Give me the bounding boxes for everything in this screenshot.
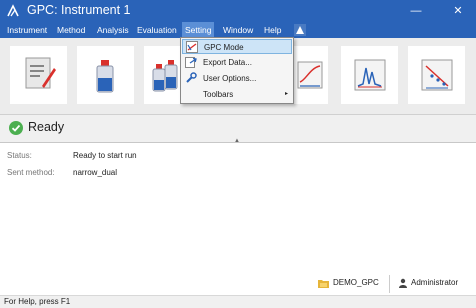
user-icon [399,278,407,288]
menu-bar: Instrument Method Analysis Evaluation Se… [0,22,476,38]
wrench-icon [186,72,197,83]
status-value: Ready to start run [73,151,137,160]
toolbar-method-editor-button[interactable] [10,46,67,104]
menu-setting[interactable]: Setting [182,22,215,38]
toolbar-chromatogram-button[interactable] [341,46,398,104]
project-name[interactable]: DEMO_GPC [333,278,379,287]
menu-instrument[interactable]: Instrument [4,22,50,38]
ready-status-text: Ready [28,120,65,134]
submenu-arrow-icon: ▸ [284,91,288,97]
gpc-mode-label: GPC Mode [204,43,244,52]
toolbars-label: Toolbars [203,90,234,99]
toolbar-sample-button[interactable] [77,46,134,104]
sample-batch-icon [152,60,178,92]
menu-help[interactable]: Help [261,22,284,38]
setting-dropdown-menu: GPC Mode Export Data... User Options... … [180,37,294,104]
menu-item-user-options[interactable]: User Options... [182,71,292,86]
menu-item-export-data[interactable]: Export Data... [182,55,292,70]
user-name[interactable]: Administrator [411,278,458,287]
collapse-arrow-icon[interactable]: ▲ [234,138,240,144]
menu-window[interactable]: Window [220,22,256,38]
context-help-icon[interactable] [294,24,306,36]
chromatogram-icon [354,59,386,91]
toolbar-report-button[interactable] [408,46,465,104]
status-bar-text: For Help, press F1 [4,297,71,306]
export-icon [185,57,197,68]
window-title: GPC: Instrument 1 [27,3,131,17]
menu-method[interactable]: Method [54,22,88,38]
status-label: Status: [7,151,32,160]
sent-method-label: Sent method: [7,168,55,177]
menu-evaluation[interactable]: Evaluation [134,22,180,38]
project-folder-icon [318,280,329,288]
close-button[interactable]: ✕ [446,2,470,20]
status-bar: For Help, press F1 [0,295,476,308]
gpc-mode-icon [186,41,198,53]
menu-item-gpc-mode[interactable]: GPC Mode [182,39,292,54]
sample-bottle-icon [96,60,114,93]
footer-divider [389,275,390,293]
sent-method-value: narrow_dual [73,168,118,177]
user-options-label: User Options... [203,74,257,83]
title-bar: GPC: Instrument 1 — ✕ [0,0,476,22]
app-logo-icon [6,4,20,18]
menu-item-toolbars[interactable]: Toolbars ▸ [182,87,292,102]
edit-document-icon [25,57,56,89]
sent-method-row: Sent method: narrow_dual [0,165,476,182]
evaluation-report-icon [421,59,453,91]
menu-analysis[interactable]: Analysis [94,22,132,38]
status-row: Status: Ready to start run [0,148,476,165]
minimize-button[interactable]: — [404,2,428,20]
check-circle-icon [9,121,23,135]
export-data-label: Export Data... [203,58,252,67]
